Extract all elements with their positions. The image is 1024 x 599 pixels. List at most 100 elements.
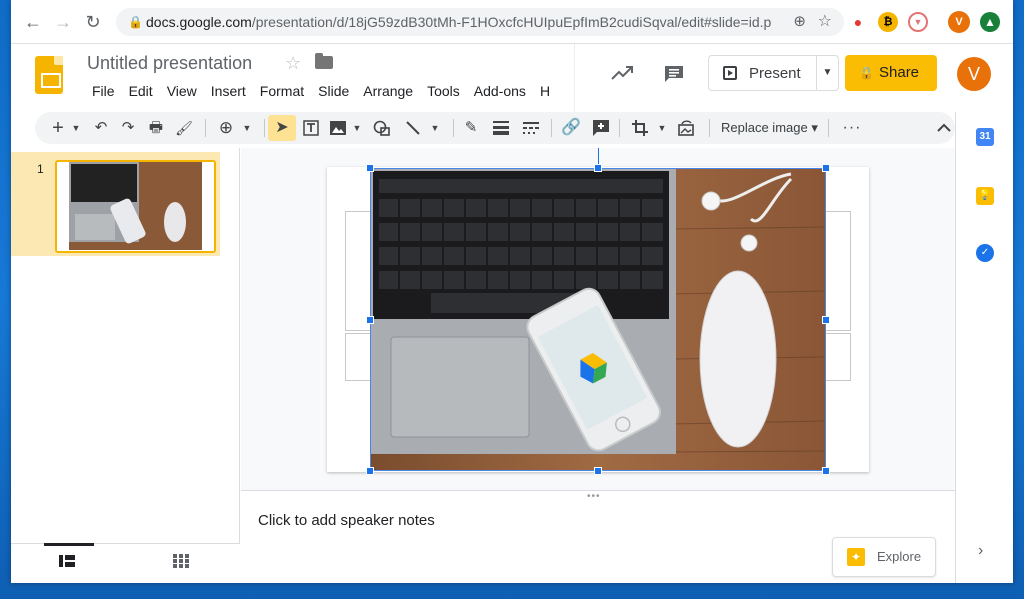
profile-avatar[interactable]: V [948, 11, 970, 33]
menu-format[interactable]: Format [253, 82, 311, 100]
menu-addons[interactable]: Add-ons [467, 82, 533, 100]
menu-file[interactable]: File [85, 82, 122, 100]
slide-filmstrip: 1 [11, 148, 240, 583]
resize-handle-top[interactable] [594, 164, 602, 172]
update-arrow-icon[interactable]: ▲ [980, 12, 1000, 32]
presentation-title[interactable]: Untitled presentation [87, 53, 252, 74]
inserted-image[interactable] [370, 168, 826, 471]
resize-handle-bottom[interactable] [594, 467, 602, 475]
menu-insert[interactable]: Insert [204, 82, 253, 100]
line-dropdown-icon[interactable]: ▼ [424, 112, 446, 144]
zoom-icon[interactable]: ⊕ [793, 8, 806, 36]
extension-coin-icon[interactable]: ₿ [878, 12, 898, 32]
crop-icon[interactable] [629, 112, 651, 144]
back-icon[interactable]: ← [21, 10, 45, 34]
resize-handle-bottom-left[interactable] [366, 467, 374, 475]
reset-image-icon[interactable] [675, 112, 697, 144]
toolbar-divider [205, 119, 206, 137]
undo-icon[interactable]: ↶ [90, 112, 112, 144]
border-dash-icon[interactable] [520, 112, 542, 144]
reload-icon[interactable]: ↻ [81, 10, 105, 34]
collapse-toolbar-icon[interactable] [933, 112, 955, 144]
share-label: Share [879, 64, 920, 81]
menu-view[interactable]: View [160, 82, 204, 100]
present-label: Present [749, 65, 801, 82]
forward-icon[interactable]: → [51, 10, 75, 34]
border-weight-icon[interactable] [490, 112, 512, 144]
menu-slide[interactable]: Slide [311, 82, 356, 100]
comment-icon[interactable] [663, 64, 685, 90]
browser-window: ← → ↻ 🔒 docs.google.com/presentation/d/1… [11, 0, 1013, 583]
grid-view-icon[interactable] [173, 554, 189, 571]
explore-star-icon: ✦ [847, 548, 865, 566]
slide-thumbnail[interactable] [55, 160, 216, 253]
image-dropdown-icon[interactable]: ▼ [346, 112, 368, 144]
tasks-check-icon[interactable]: ✓ [976, 244, 994, 262]
crop-dropdown-icon[interactable]: ▼ [651, 112, 673, 144]
share-button[interactable]: 🔒 Share [845, 55, 937, 91]
paint-format-icon[interactable]: 🖌 [173, 112, 195, 144]
explore-button[interactable]: ✦ Explore [832, 537, 936, 577]
filmstrip-view-icon[interactable] [59, 554, 75, 570]
resize-handle-right[interactable] [822, 316, 830, 324]
toolbar-divider [828, 119, 829, 137]
editing-toolbar: + ▼ ↶ ↷ 🖶 🖌 ⊕ ▼ ➤ ▼ ▼ ✎ 🔗 ▼ Replace imag… [35, 112, 955, 144]
present-dropdown-icon[interactable]: ▼ [816, 56, 838, 90]
resize-handle-left[interactable] [366, 316, 374, 324]
slides-logo-icon[interactable] [35, 56, 63, 94]
replace-image-label: Replace image [721, 120, 808, 135]
select-cursor-icon[interactable]: ➤ [268, 115, 296, 141]
explore-label: Explore [877, 549, 922, 564]
url-path: /presentation/d/18jG59zdB30tMh-F1HOxcfcH… [251, 14, 772, 30]
slides-header: Untitled presentation ☆ File Edit View I… [11, 44, 1013, 112]
star-icon[interactable]: ☆ [285, 53, 301, 74]
extension-shield-icon[interactable]: ▼ [908, 12, 928, 32]
bookmark-star-icon[interactable]: ☆ [818, 8, 832, 36]
address-bar[interactable]: 🔒 docs.google.com/presentation/d/18jG59z… [116, 8, 844, 36]
new-slide-dropdown-icon[interactable]: ▼ [65, 112, 87, 144]
line-icon[interactable] [402, 112, 424, 144]
menu-tools[interactable]: Tools [420, 82, 467, 100]
account-avatar[interactable]: V [957, 57, 991, 91]
link-icon[interactable]: 🔗 [560, 112, 582, 144]
resize-handle-top-right[interactable] [822, 164, 830, 172]
chevron-down-icon: ▾ [811, 120, 818, 135]
activity-trend-icon[interactable] [611, 64, 633, 87]
resize-handle-bottom-right[interactable] [822, 467, 830, 475]
notes-resize-handle[interactable]: ••• [587, 491, 601, 502]
slide-canvas [241, 148, 955, 490]
print-icon[interactable]: 🖶 [145, 112, 167, 144]
replace-image-button[interactable]: Replace image ▾ [721, 112, 818, 144]
menu-bar: File Edit View Insert Format Slide Arran… [85, 82, 557, 100]
browser-toolbar: ← → ↻ 🔒 docs.google.com/presentation/d/1… [11, 0, 1013, 44]
shape-icon[interactable] [371, 112, 393, 144]
more-options-icon[interactable]: ··· [841, 112, 863, 144]
border-color-pencil-icon[interactable]: ✎ [460, 112, 482, 144]
toolbar-divider [709, 119, 710, 137]
slide-thumbnail-selected[interactable]: 1 [11, 152, 220, 256]
lock-icon: 🔒 [128, 15, 143, 29]
speaker-notes-panel: ••• Click to add speaker notes ✦ Explore [241, 490, 955, 583]
present-button[interactable]: Present ▼ [708, 55, 839, 91]
keep-bulb-icon[interactable]: 💡 [976, 187, 994, 205]
extension-record-icon[interactable]: ● [848, 12, 868, 32]
speaker-notes-input[interactable]: Click to add speaker notes [258, 512, 435, 529]
folder-icon[interactable] [315, 53, 333, 69]
text-box-icon[interactable] [300, 112, 322, 144]
view-indicator [44, 543, 94, 546]
calendar-icon[interactable]: 31 [976, 128, 994, 146]
toolbar-divider [264, 119, 265, 137]
add-comment-icon[interactable] [590, 112, 612, 144]
url-host: docs.google.com [146, 14, 252, 30]
resize-handle-top-left[interactable] [366, 164, 374, 172]
menu-arrange[interactable]: Arrange [356, 82, 420, 100]
menu-edit[interactable]: Edit [122, 82, 160, 100]
side-panel: 31 💡 ✓ › [955, 112, 1013, 583]
expand-panel-chevron-icon[interactable]: › [978, 542, 983, 560]
filmstrip-view-controls [11, 543, 240, 583]
menu-help[interactable]: H [533, 82, 557, 100]
toolbar-divider [619, 119, 620, 137]
redo-icon[interactable]: ↷ [117, 112, 139, 144]
zoom-icon[interactable]: ⊕ [215, 112, 237, 144]
zoom-dropdown-icon[interactable]: ▼ [236, 112, 258, 144]
